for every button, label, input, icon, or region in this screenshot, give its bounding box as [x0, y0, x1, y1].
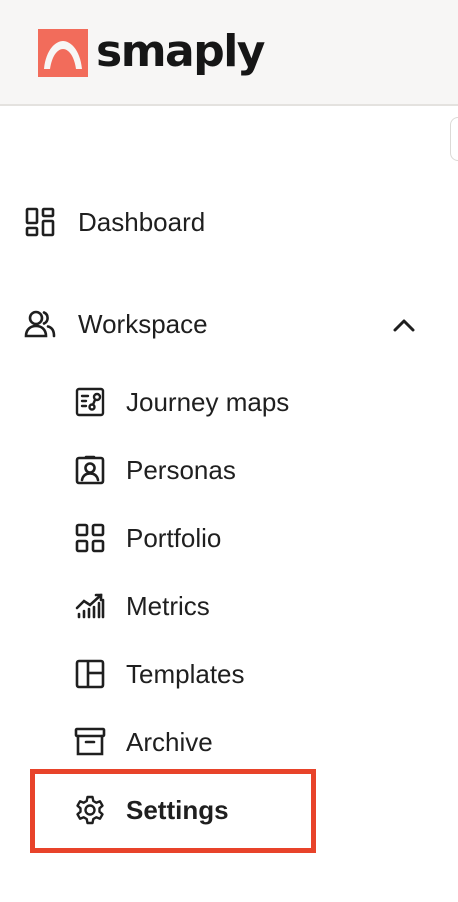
nav-dashboard[interactable]: Dashboard: [0, 192, 458, 252]
nav-metrics-label: Metrics: [126, 591, 210, 621]
brand-name[interactable]: smaply: [96, 22, 266, 82]
sidebar-collapse-handle[interactable]: [450, 117, 458, 161]
nav-dashboard-label: Dashboard: [78, 207, 206, 237]
nav-portfolio-label: Portfolio: [126, 523, 222, 553]
nav-workspace[interactable]: Workspace: [0, 294, 458, 354]
nav-workspace-label: Workspace: [78, 309, 208, 339]
template-icon: [74, 658, 106, 690]
nav-archive[interactable]: Archive: [0, 712, 458, 772]
nav-settings-label: Settings: [126, 795, 229, 825]
gear-icon: [74, 794, 106, 826]
nav-journey-maps[interactable]: Journey maps: [0, 372, 458, 432]
nav-archive-label: Archive: [126, 727, 213, 757]
nav-journey-maps-label: Journey maps: [126, 387, 290, 417]
nav-metrics[interactable]: Metrics: [0, 576, 458, 636]
persona-badge-icon: [74, 454, 106, 486]
nav-settings[interactable]: Settings: [0, 780, 458, 840]
nav-templates[interactable]: Templates: [0, 644, 458, 704]
grid-icon: [74, 522, 106, 554]
nav-personas[interactable]: Personas: [0, 440, 458, 500]
smaply-logo-icon: [38, 29, 88, 77]
dashboard-icon: [24, 206, 56, 238]
nav-templates-label: Templates: [126, 659, 245, 689]
users-icon: [24, 308, 56, 340]
nav-portfolio[interactable]: Portfolio: [0, 508, 458, 568]
archive-icon: [74, 726, 106, 758]
metrics-icon: [74, 590, 106, 622]
app-header: smaply: [0, 0, 458, 106]
journey-map-icon: [74, 386, 106, 418]
chevron-up-icon[interactable]: [390, 311, 418, 339]
nav-personas-label: Personas: [126, 455, 236, 485]
